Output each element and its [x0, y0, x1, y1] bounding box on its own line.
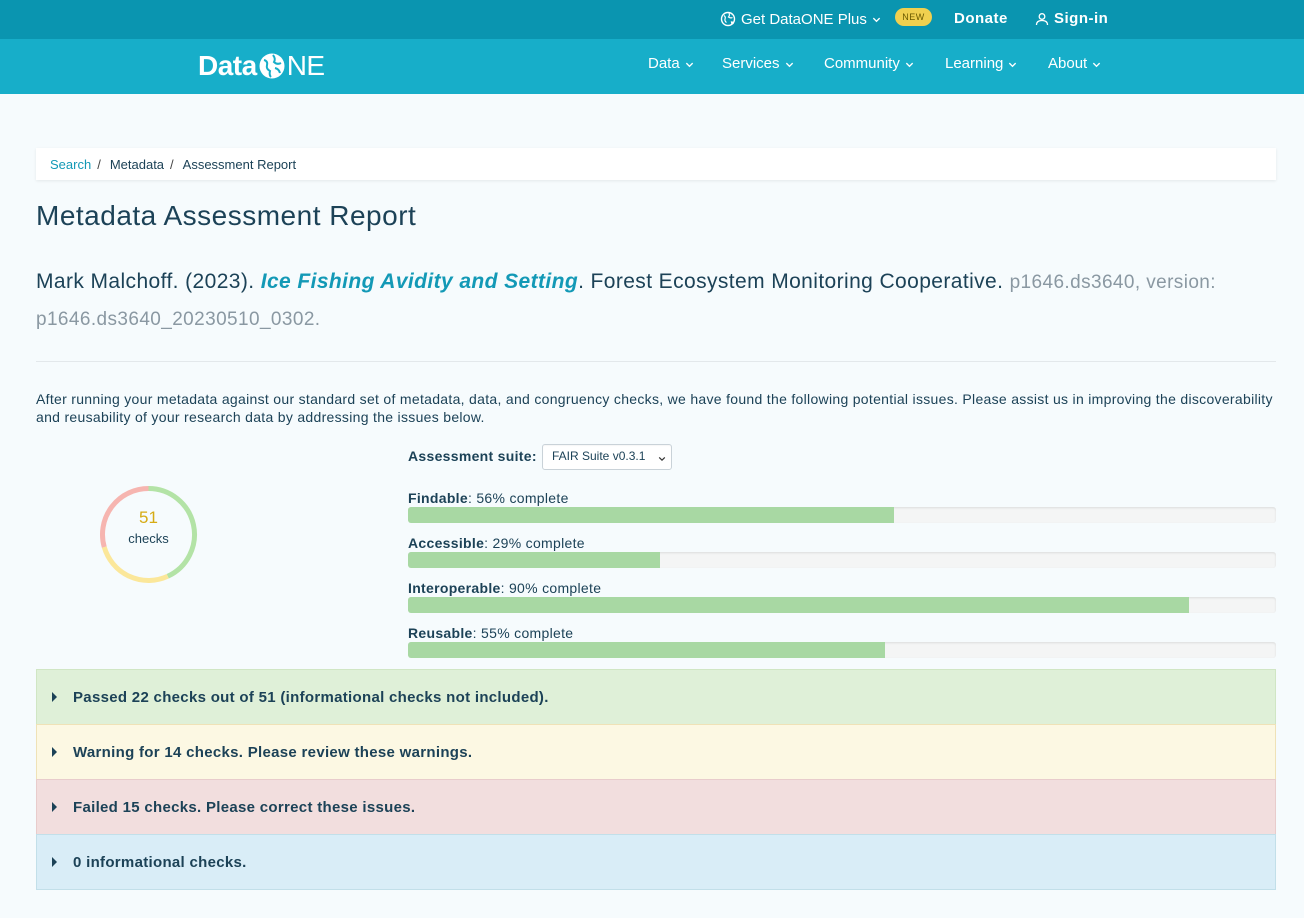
- citation-authors: Mark Malchoff. (2023).: [36, 270, 261, 293]
- nav-learning[interactable]: Learning: [945, 55, 1017, 72]
- interoperable-suffix: : 90% complete: [500, 580, 602, 596]
- chevron-down-icon: [685, 62, 693, 68]
- reusable-progress-bar: [408, 642, 1276, 658]
- reusable-name: Reusable: [408, 625, 473, 641]
- nav-community[interactable]: Community: [824, 55, 914, 72]
- logo-text-ne: NE: [286, 50, 325, 81]
- breadcrumb: Search / Metadata / Assessment Report: [36, 148, 1276, 180]
- get-dataone-plus-label: Get DataONE Plus: [741, 10, 867, 28]
- assessment-suite-label: Assessment suite:: [408, 448, 537, 464]
- top-bar: Get DataONE Plus NEW Donate Sign-in: [0, 0, 1304, 39]
- citation-publisher: . Forest Ecosystem Monitoring Cooperativ…: [578, 270, 1010, 293]
- findable-suffix: : 56% complete: [467, 490, 569, 506]
- chevron-down-icon: [1093, 62, 1101, 68]
- intro-text: After running your metadata against our …: [36, 391, 1273, 425]
- new-badge: NEW: [895, 8, 932, 26]
- nav-about-label: About: [1048, 55, 1088, 72]
- findable-label: Findable: 56% complete: [408, 490, 569, 506]
- findable-progress-fill: [408, 507, 895, 523]
- interoperable-name: Interoperable: [408, 580, 501, 596]
- warning-checks-text: Warning for 14 checks. Please review the…: [73, 743, 473, 761]
- caret-right-icon: [52, 692, 57, 702]
- sign-in-link[interactable]: Sign-in: [1035, 10, 1108, 27]
- interoperable-progress-fill: [408, 597, 1190, 613]
- warning-checks-panel[interactable]: Warning for 14 checks. Please review the…: [36, 724, 1276, 780]
- user-icon: [1035, 12, 1049, 25]
- citation-title-link[interactable]: Ice Fishing Avidity and Setting: [261, 270, 578, 293]
- breadcrumb-search[interactable]: Search: [50, 157, 91, 172]
- nav-data[interactable]: Data: [648, 55, 694, 72]
- nav-community-label: Community: [824, 55, 900, 72]
- accessible-label: Accessible: 29% complete: [408, 535, 585, 551]
- breadcrumb-assessment-report: Assessment Report: [182, 156, 297, 172]
- breadcrumb-metadata[interactable]: Metadata: [110, 157, 164, 172]
- chevron-down-icon: [872, 17, 881, 22]
- nav-learning-label: Learning: [945, 55, 1004, 72]
- breadcrumb-separator: /: [170, 156, 174, 172]
- chevron-down-icon: [1009, 62, 1017, 68]
- reusable-progress-fill: [408, 642, 886, 658]
- assessment-suite-select[interactable]: FAIR Suite v0.3.1: [542, 444, 672, 470]
- breadcrumb-separator: /: [97, 156, 101, 172]
- logo-text-data: Data: [198, 50, 257, 81]
- chevron-down-icon: [785, 62, 793, 68]
- interoperable-progress-bar: [408, 597, 1276, 613]
- passed-checks-panel[interactable]: Passed 22 checks out of 51 (informationa…: [36, 669, 1276, 725]
- checks-label: checks: [128, 531, 169, 546]
- caret-right-icon: [52, 802, 57, 812]
- caret-right-icon: [52, 747, 57, 757]
- divider: [36, 361, 1276, 362]
- reusable-label: Reusable: 55% complete: [408, 625, 573, 641]
- informational-checks-text: 0 informational checks.: [73, 853, 247, 871]
- accessible-name: Accessible: [408, 535, 485, 551]
- passed-checks-text: Passed 22 checks out of 51 (informationa…: [73, 688, 549, 706]
- globe-logo-icon: [259, 53, 285, 79]
- globe-icon: [720, 11, 736, 27]
- main-nav: Data NE Data Services Community Learning…: [0, 39, 1304, 94]
- page-title: Metadata Assessment Report: [36, 200, 417, 231]
- nav-about[interactable]: About: [1048, 55, 1101, 72]
- chevron-down-icon: [658, 456, 666, 462]
- accessible-progress-fill: [408, 552, 660, 568]
- failed-checks-text: Failed 15 checks. Please correct these i…: [73, 798, 416, 816]
- reusable-suffix: : 55% complete: [472, 625, 574, 641]
- caret-right-icon: [52, 857, 57, 867]
- accessible-suffix: : 29% complete: [484, 535, 585, 551]
- informational-checks-panel[interactable]: 0 informational checks.: [36, 834, 1276, 890]
- interoperable-label: Interoperable: 90% complete: [408, 580, 601, 596]
- checks-count: 51: [139, 508, 158, 527]
- assessment-suite-value: FAIR Suite v0.3.1: [552, 449, 646, 463]
- donut-warnings-segment: [101, 546, 169, 583]
- nav-services-label: Services: [722, 55, 780, 72]
- findable-name: Findable: [408, 490, 468, 506]
- chevron-down-icon: [905, 62, 913, 68]
- nav-data-label: Data: [648, 55, 680, 72]
- citation: Mark Malchoff. (2023). Ice Fishing Avidi…: [36, 264, 1276, 338]
- donate-link[interactable]: Donate: [954, 10, 1008, 27]
- accessible-progress-bar: [408, 552, 1276, 568]
- get-dataone-plus-menu[interactable]: Get DataONE Plus: [720, 9, 881, 29]
- nav-services[interactable]: Services: [722, 55, 794, 72]
- dataone-logo[interactable]: Data NE: [198, 50, 325, 82]
- failed-checks-panel[interactable]: Failed 15 checks. Please correct these i…: [36, 779, 1276, 835]
- sign-in-label: Sign-in: [1054, 10, 1109, 27]
- findable-progress-bar: [408, 507, 1276, 523]
